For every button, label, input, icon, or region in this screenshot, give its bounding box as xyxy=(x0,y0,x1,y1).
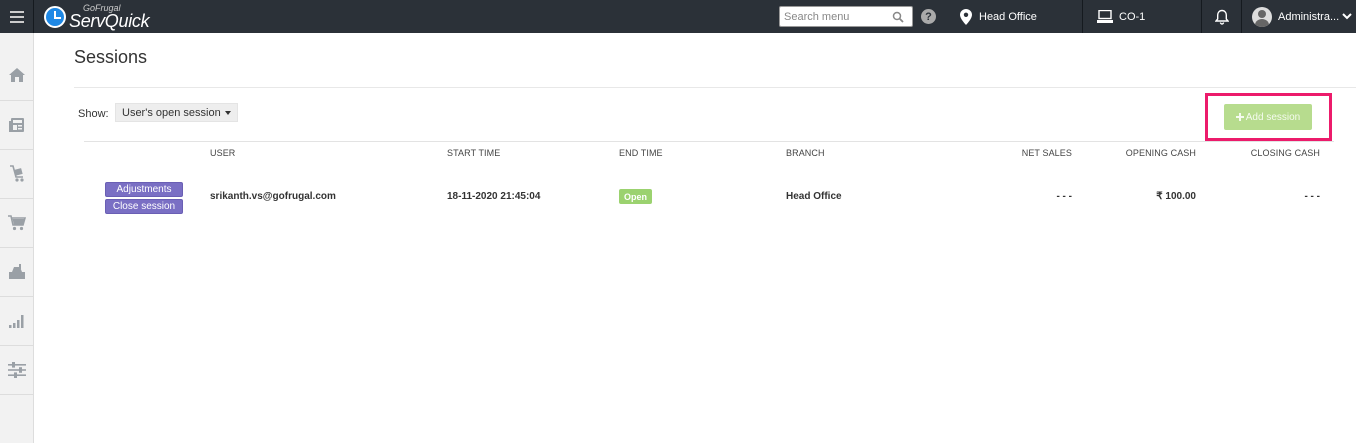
home-icon xyxy=(8,67,25,82)
chevron-down-icon xyxy=(1342,13,1352,20)
sidebar-item-orders[interactable] xyxy=(0,150,33,199)
session-closing-cash: - - - xyxy=(1304,191,1320,202)
add-session-label: Add session xyxy=(1245,111,1301,123)
caret-down-icon xyxy=(224,110,231,115)
brand-name: ServQuick xyxy=(69,10,150,31)
sidebar xyxy=(0,33,34,443)
branch-selector[interactable]: Head Office xyxy=(958,0,1082,33)
column-header-branch[interactable]: BRANCH xyxy=(786,148,825,158)
table-header-divider xyxy=(84,141,1334,142)
column-header-closing-cash[interactable]: CLOSING CASH xyxy=(1220,148,1320,158)
column-header-end-time[interactable]: END TIME xyxy=(619,148,663,158)
status-badge: Open xyxy=(619,189,653,204)
column-header-net-sales[interactable]: NET SALES xyxy=(992,148,1072,158)
session-opening-cash: ₹ 100.00 xyxy=(1156,191,1196,202)
user-menu[interactable]: Administra... xyxy=(1241,0,1356,33)
user-name: Administra... xyxy=(1278,10,1340,23)
bar-chart-icon xyxy=(8,315,23,328)
search-icon[interactable] xyxy=(892,11,904,23)
top-bar: GoFrugal ServQuick ? Head Office CO-1 Ad… xyxy=(0,0,1356,33)
sidebar-item-settings[interactable] xyxy=(0,346,33,395)
session-filter-dropdown[interactable]: User's open session xyxy=(115,103,238,122)
session-net-sales: - - - xyxy=(1056,191,1072,202)
show-label: Show: xyxy=(78,108,109,120)
brand-logo[interactable]: GoFrugal ServQuick xyxy=(34,0,176,33)
column-header-user[interactable]: USER xyxy=(210,148,235,158)
hamburger-menu-icon[interactable] xyxy=(0,0,33,33)
sidebar-item-catalog[interactable] xyxy=(0,101,33,150)
column-header-start-time[interactable]: START TIME xyxy=(447,148,500,158)
plus-icon xyxy=(1235,113,1244,121)
location-pin-icon xyxy=(960,8,972,25)
session-start-time: 18-11-2020 21:45:04 xyxy=(447,191,541,202)
help-icon[interactable]: ? xyxy=(921,9,936,24)
branch-name: Head Office xyxy=(979,10,1037,23)
adjustments-button[interactable]: Adjustments xyxy=(105,182,183,197)
title-divider xyxy=(74,87,1356,88)
clock-logo-icon xyxy=(44,5,66,28)
sidebar-item-register[interactable] xyxy=(0,248,33,297)
session-filter-value: User's open session xyxy=(122,106,221,119)
search-input[interactable] xyxy=(784,10,892,23)
cart-tag-icon xyxy=(9,165,24,182)
search-menu[interactable] xyxy=(779,6,913,27)
settings-sliders-icon xyxy=(7,362,26,378)
bell-icon xyxy=(1214,9,1229,25)
add-session-button[interactable]: Add session xyxy=(1224,104,1312,130)
shopping-cart-icon xyxy=(7,215,26,231)
session-user: srikanth.vs@gofrugal.com xyxy=(210,191,336,202)
avatar xyxy=(1252,6,1272,27)
pos-terminal-icon xyxy=(1097,9,1113,23)
counter-name: CO-1 xyxy=(1119,10,1146,23)
session-branch: Head Office xyxy=(786,191,842,202)
news-icon xyxy=(8,118,24,132)
sidebar-item-home[interactable] xyxy=(0,33,33,101)
column-header-opening-cash[interactable]: OPENING CASH xyxy=(1096,148,1196,158)
notifications-button[interactable] xyxy=(1201,0,1241,33)
sidebar-item-reports[interactable] xyxy=(0,297,33,346)
counter-selector[interactable]: CO-1 xyxy=(1082,0,1201,33)
cash-register-icon xyxy=(8,264,25,279)
sidebar-item-sales[interactable] xyxy=(0,199,33,248)
close-session-button[interactable]: Close session xyxy=(105,199,183,214)
page-title: Sessions xyxy=(74,47,148,67)
